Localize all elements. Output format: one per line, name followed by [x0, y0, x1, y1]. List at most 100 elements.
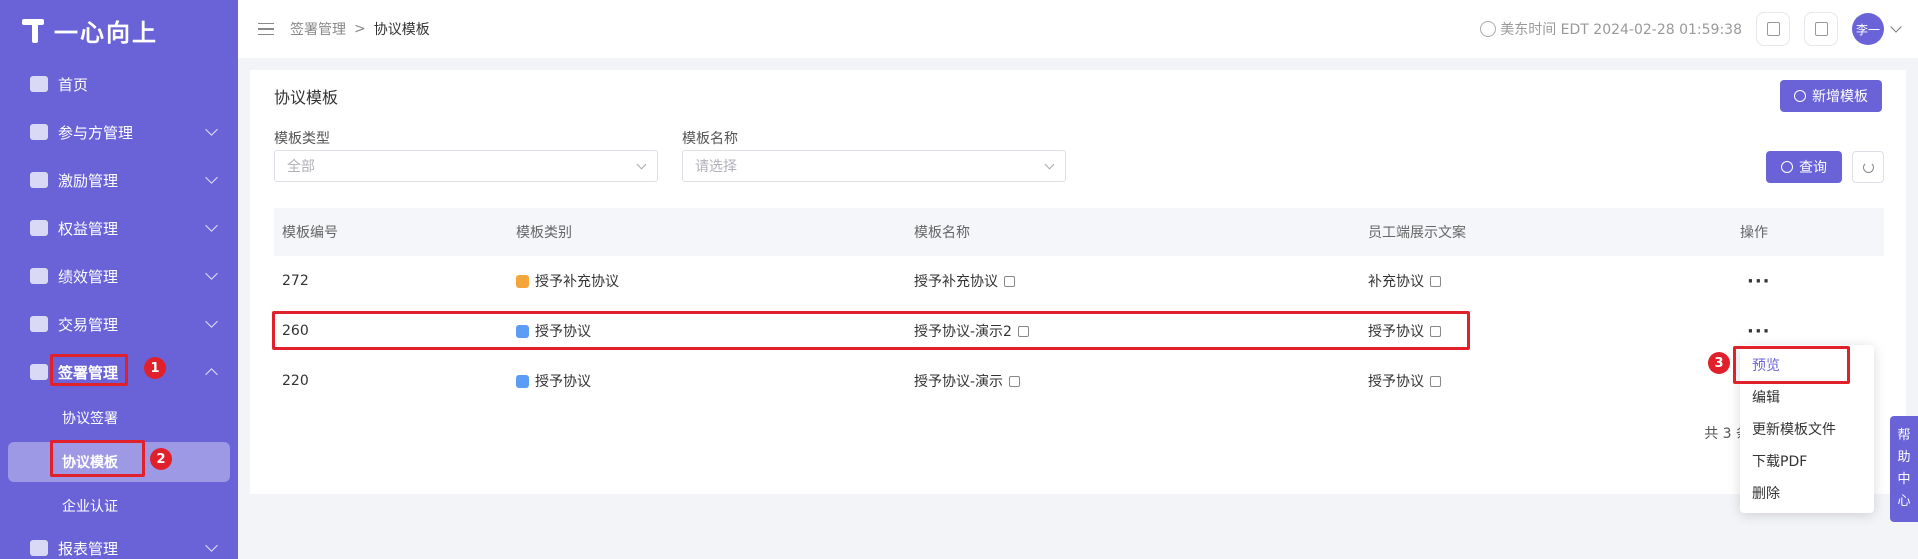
sidebar-subitem-label: 企业认证: [62, 499, 118, 515]
help-char: 中: [1897, 472, 1911, 487]
annotation-badge: 3: [1708, 352, 1730, 374]
help-center-button[interactable]: 帮 助 中 心: [1890, 416, 1918, 522]
header-right: 美东时间 EDT 2024-02-28 01:59:38 李一: [1480, 0, 1902, 58]
sidebar-subitem-agreement-signing[interactable]: 协议签署: [0, 396, 238, 440]
main-card: 协议模板 新增模板 模板类型 全部 模板名称 请选择 查询 模板编号 模板类别 …: [250, 70, 1906, 494]
home-icon: [30, 76, 48, 92]
query-button[interactable]: 查询: [1766, 151, 1842, 183]
incentive-icon: [30, 172, 48, 188]
plus-circle-icon: [1794, 90, 1806, 102]
dropdown-item-delete[interactable]: 删除: [1740, 477, 1874, 509]
sidebar-item-label: 绩效管理: [58, 267, 119, 286]
annotation-box: [50, 440, 145, 477]
breadcrumb-current: 协议模板: [373, 22, 430, 38]
help-char: 心: [1897, 494, 1911, 509]
message-button[interactable]: [1804, 12, 1838, 46]
sidebar-item-label: 交易管理: [58, 315, 119, 334]
display-text: 授予协议: [1368, 356, 1441, 406]
template-name-select[interactable]: 请选择: [682, 150, 1066, 182]
template-id: 220: [282, 373, 309, 389]
chevron-down-icon: [205, 123, 218, 136]
column-header: 员工端展示文案: [1368, 225, 1466, 241]
performance-icon: [30, 268, 48, 284]
annotation-badge: 1: [144, 357, 166, 379]
timezone-clock: 美东时间 EDT 2024-02-28 01:59:38: [1480, 19, 1742, 39]
agreement-doc-icon: [516, 374, 529, 388]
dropdown-item-update-file[interactable]: 更新模板文件: [1740, 413, 1874, 445]
sidebar-item-reports[interactable]: 报表管理: [0, 528, 238, 559]
avatar[interactable]: 李一: [1852, 13, 1884, 45]
chevron-down-icon: [205, 267, 218, 280]
equity-icon: [30, 220, 48, 236]
task-button[interactable]: [1756, 12, 1790, 46]
reset-button[interactable]: [1852, 151, 1884, 183]
breadcrumb: 签署管理 > 协议模板: [290, 19, 430, 39]
chevron-up-icon: [205, 367, 218, 381]
category-text: 授予补充协议: [535, 274, 619, 290]
template-category: 授予补充协议: [516, 256, 619, 306]
column-header: 操作: [1740, 225, 1768, 241]
column-header: 模板编号: [282, 225, 338, 241]
breadcrumb-separator: >: [354, 21, 366, 37]
chevron-down-icon[interactable]: [1890, 21, 1902, 33]
dropdown-item-edit[interactable]: 编辑: [1740, 381, 1874, 413]
supplement-doc-icon: [516, 274, 529, 288]
sidebar-subitem-enterprise-auth[interactable]: 企业认证: [0, 484, 238, 528]
chevron-down-icon: [636, 159, 647, 170]
template-name-placeholder: 请选择: [695, 159, 737, 175]
dropdown-item-download-pdf[interactable]: 下载PDF: [1740, 445, 1874, 477]
name-text: 授予协议-演示: [914, 374, 1004, 390]
participants-icon: [30, 124, 48, 140]
chevron-down-icon: [205, 315, 218, 328]
sidebar-item-home[interactable]: 首页: [0, 60, 238, 108]
display-text: 补充协议: [1368, 256, 1441, 306]
column-header: 模板类别: [516, 225, 572, 241]
table-row: 272 授予补充协议 授予补充协议 补充协议 ···: [274, 256, 1884, 306]
query-label: 查询: [1799, 160, 1827, 176]
help-char: 帮: [1897, 428, 1911, 443]
template-type-select[interactable]: 全部: [274, 150, 658, 182]
chevron-down-icon: [205, 539, 218, 552]
refresh-icon: [1862, 161, 1874, 173]
category-text: 授予协议: [535, 374, 591, 390]
column-header: 模板名称: [914, 225, 970, 241]
help-char: 助: [1897, 450, 1911, 465]
add-template-button[interactable]: 新增模板: [1780, 80, 1882, 112]
annotation-box: [1733, 346, 1850, 384]
breadcrumb-item[interactable]: 签署管理: [290, 19, 346, 39]
edit-icon[interactable]: [1004, 275, 1015, 287]
sidebar-item-performance[interactable]: 绩效管理: [0, 252, 238, 300]
sidebar-item-label: 参与方管理: [58, 123, 134, 142]
bell-icon: [1814, 22, 1828, 36]
sidebar-item-label: 权益管理: [58, 219, 119, 238]
annotation-badge: 2: [150, 448, 172, 470]
top-header: 签署管理 > 协议模板 美东时间 EDT 2024-02-28 01:59:38…: [238, 0, 1918, 58]
sidebar-item-trading[interactable]: 交易管理: [0, 300, 238, 348]
display-text-value: 补充协议: [1368, 274, 1424, 290]
clock-icon: [1480, 21, 1497, 37]
edit-icon[interactable]: [1009, 375, 1021, 387]
reports-icon: [30, 540, 48, 556]
brand-name: 一心向上: [54, 18, 158, 47]
page-title: 协议模板: [274, 88, 339, 107]
chevron-down-icon: [1044, 159, 1055, 170]
timezone-time: 美东时间 EDT 2024-02-28 01:59:38: [1500, 22, 1742, 38]
collapse-menu-icon[interactable]: [258, 23, 274, 35]
edit-icon[interactable]: [1430, 275, 1441, 287]
template-category: 授予协议: [516, 356, 591, 406]
annotation-box: [50, 354, 128, 386]
search-icon: [1781, 161, 1793, 173]
annotation-box: [272, 311, 1470, 350]
signing-icon: [30, 364, 48, 380]
brand-logo[interactable]: 一心向上: [0, 0, 238, 60]
sidebar-item-label: 首页: [58, 75, 89, 94]
sidebar-item-participants[interactable]: 参与方管理: [0, 108, 238, 156]
chevron-down-icon: [205, 219, 218, 232]
clipboard-icon: [1766, 22, 1780, 36]
edit-icon[interactable]: [1430, 375, 1441, 387]
more-actions-button[interactable]: ···: [1747, 256, 1771, 306]
sidebar-item-label: 报表管理: [58, 539, 119, 558]
sidebar-item-label: 激励管理: [58, 171, 119, 190]
sidebar-item-equity[interactable]: 权益管理: [0, 204, 238, 252]
sidebar-item-incentives[interactable]: 激励管理: [0, 156, 238, 204]
